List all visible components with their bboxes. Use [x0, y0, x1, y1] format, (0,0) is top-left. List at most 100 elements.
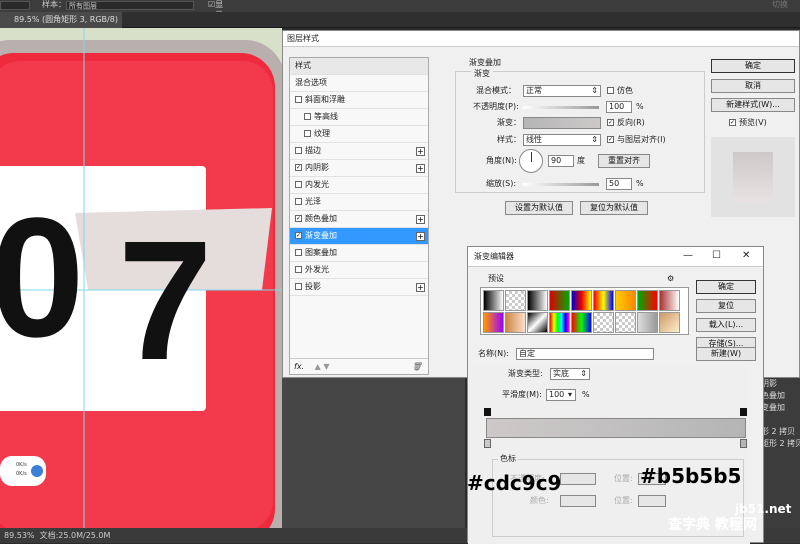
- style-item-checkbox[interactable]: [304, 130, 311, 137]
- dither-checkbox[interactable]: 仿色: [607, 85, 633, 97]
- canvas[interactable]: 0 7 0K/s 0K/s: [0, 28, 282, 528]
- document-tab[interactable]: 89.5% (圆角矩形 3, RGB/8) * ×: [0, 12, 122, 40]
- style-item-checkbox[interactable]: [304, 113, 311, 120]
- preset-swatch[interactable]: [527, 290, 548, 311]
- editor-reset-button[interactable]: 复位: [696, 299, 756, 313]
- cancel-button[interactable]: 取消: [711, 79, 795, 93]
- style-item[interactable]: 光泽: [290, 194, 428, 211]
- style-item-checkbox[interactable]: ✓: [295, 164, 302, 171]
- preset-swatch[interactable]: [637, 290, 658, 311]
- preset-swatch[interactable]: [615, 312, 636, 333]
- name-input[interactable]: 自定: [516, 348, 654, 360]
- reverse-check[interactable]: ✓: [607, 119, 614, 126]
- preview-check[interactable]: ✓: [729, 119, 736, 126]
- style-item-checkbox[interactable]: [295, 266, 302, 273]
- opacity-slider[interactable]: [523, 106, 599, 109]
- style-item-checkbox[interactable]: [295, 283, 302, 290]
- style-item[interactable]: 斜面和浮雕: [290, 92, 428, 109]
- editor-new-button[interactable]: 新建(W): [696, 347, 756, 361]
- down-arrow-icon[interactable]: ▼: [323, 362, 329, 371]
- preset-swatch[interactable]: [593, 290, 614, 311]
- editor-load-button[interactable]: 载入(L)...: [696, 318, 756, 332]
- style-item-checkbox[interactable]: [295, 181, 302, 188]
- gradient-type-select[interactable]: 实底 ⇕: [550, 368, 590, 380]
- new-style-button[interactable]: 新建样式(W)...: [711, 98, 795, 112]
- sample-dropdown[interactable]: 所有图层: [66, 1, 194, 10]
- reverse-checkbox[interactable]: ✓ 反向(R): [607, 117, 645, 129]
- set-default-button[interactable]: 设置为默认值: [505, 201, 573, 215]
- dither-check[interactable]: [607, 87, 614, 94]
- preset-swatch[interactable]: [527, 312, 548, 333]
- opacity-stop-right[interactable]: [740, 408, 747, 416]
- style-item[interactable]: 纹理: [290, 126, 428, 143]
- style-item[interactable]: 混合选项: [290, 75, 428, 92]
- minimize-icon[interactable]: —: [683, 250, 693, 262]
- style-item-checkbox[interactable]: ✓: [295, 232, 302, 239]
- show-ring-checkbox[interactable]: ☑ 显示取样环: [208, 0, 223, 49]
- preset-swatch[interactable]: [615, 290, 636, 311]
- opacity-input[interactable]: 100: [606, 101, 632, 113]
- preview-checkbox[interactable]: ✓ 预览(V): [729, 117, 767, 129]
- add-icon[interactable]: +: [416, 164, 425, 173]
- preset-swatch[interactable]: [549, 290, 570, 311]
- style-item-checkbox[interactable]: [295, 147, 302, 154]
- preset-swatch[interactable]: [571, 290, 592, 311]
- style-item-checkbox[interactable]: [295, 96, 302, 103]
- editor-ok-button[interactable]: 确定: [696, 280, 756, 294]
- close-icon[interactable]: ✕: [742, 250, 750, 262]
- angle-input[interactable]: 90: [548, 155, 574, 167]
- preset-swatch[interactable]: [505, 290, 526, 311]
- align-checkbox[interactable]: ✓ 与图层对齐(I): [607, 134, 666, 146]
- gradient-swatch[interactable]: [523, 117, 601, 129]
- preset-swatch[interactable]: [659, 290, 680, 311]
- preset-swatch[interactable]: [505, 312, 526, 333]
- chevron-down-icon[interactable]: ▾: [568, 389, 572, 401]
- maximize-icon[interactable]: ☐: [712, 250, 721, 262]
- fx-icon[interactable]: fx.: [294, 362, 304, 371]
- add-icon[interactable]: +: [416, 215, 425, 224]
- style-item[interactable]: ✓ 渐变叠加 +: [290, 228, 428, 245]
- stop-color-swatch[interactable]: [560, 495, 596, 507]
- style-item[interactable]: ✓ 内阴影 +: [290, 160, 428, 177]
- reset-default-button[interactable]: 复位为默认值: [580, 201, 648, 215]
- trash-icon[interactable]: 🗑: [412, 359, 422, 375]
- style-select[interactable]: 线性 ⇕: [523, 134, 601, 146]
- preset-swatch[interactable]: [571, 312, 592, 333]
- preset-swatch[interactable]: [659, 312, 680, 333]
- blend-mode-select[interactable]: 正常 ⇕: [523, 85, 601, 97]
- scale-input[interactable]: 50: [606, 178, 632, 190]
- styles-header[interactable]: 样式: [290, 58, 428, 75]
- gear-icon[interactable]: ⚙: [667, 273, 674, 285]
- color-stop-right[interactable]: [740, 439, 747, 448]
- style-item-checkbox[interactable]: [295, 249, 302, 256]
- style-item[interactable]: 投影 +: [290, 279, 428, 296]
- align-check[interactable]: ✓: [607, 136, 614, 143]
- add-icon[interactable]: +: [416, 283, 425, 292]
- preset-swatch[interactable]: [483, 312, 504, 333]
- preset-swatch[interactable]: [637, 312, 658, 333]
- angle-dial[interactable]: [519, 149, 543, 173]
- stop-opacity-input[interactable]: [560, 473, 596, 485]
- style-item[interactable]: 图案叠加: [290, 245, 428, 262]
- stop-location2-input[interactable]: [638, 495, 666, 507]
- tool-dropdown[interactable]: [0, 1, 30, 10]
- preset-swatch[interactable]: [593, 312, 614, 333]
- add-icon[interactable]: +: [416, 147, 425, 156]
- add-icon[interactable]: +: [416, 232, 425, 241]
- ok-button[interactable]: 确定: [711, 59, 795, 73]
- style-item[interactable]: 内发光: [290, 177, 428, 194]
- style-item[interactable]: ✓ 颜色叠加 +: [290, 211, 428, 228]
- style-item-checkbox[interactable]: ✓: [295, 215, 302, 222]
- style-item-checkbox[interactable]: [295, 198, 302, 205]
- color-stop-left[interactable]: [484, 439, 491, 448]
- style-item[interactable]: 外发光: [290, 262, 428, 279]
- up-arrow-icon[interactable]: ▲: [315, 362, 321, 371]
- style-item[interactable]: 等高线: [290, 109, 428, 126]
- style-item[interactable]: 描边 +: [290, 143, 428, 160]
- opacity-stop-left[interactable]: [484, 408, 491, 416]
- preset-swatch[interactable]: [549, 312, 570, 333]
- reset-align-button[interactable]: 重置对齐: [598, 154, 650, 168]
- scale-slider[interactable]: [523, 183, 599, 186]
- gradient-bar[interactable]: [486, 418, 746, 438]
- preset-swatch[interactable]: [483, 290, 504, 311]
